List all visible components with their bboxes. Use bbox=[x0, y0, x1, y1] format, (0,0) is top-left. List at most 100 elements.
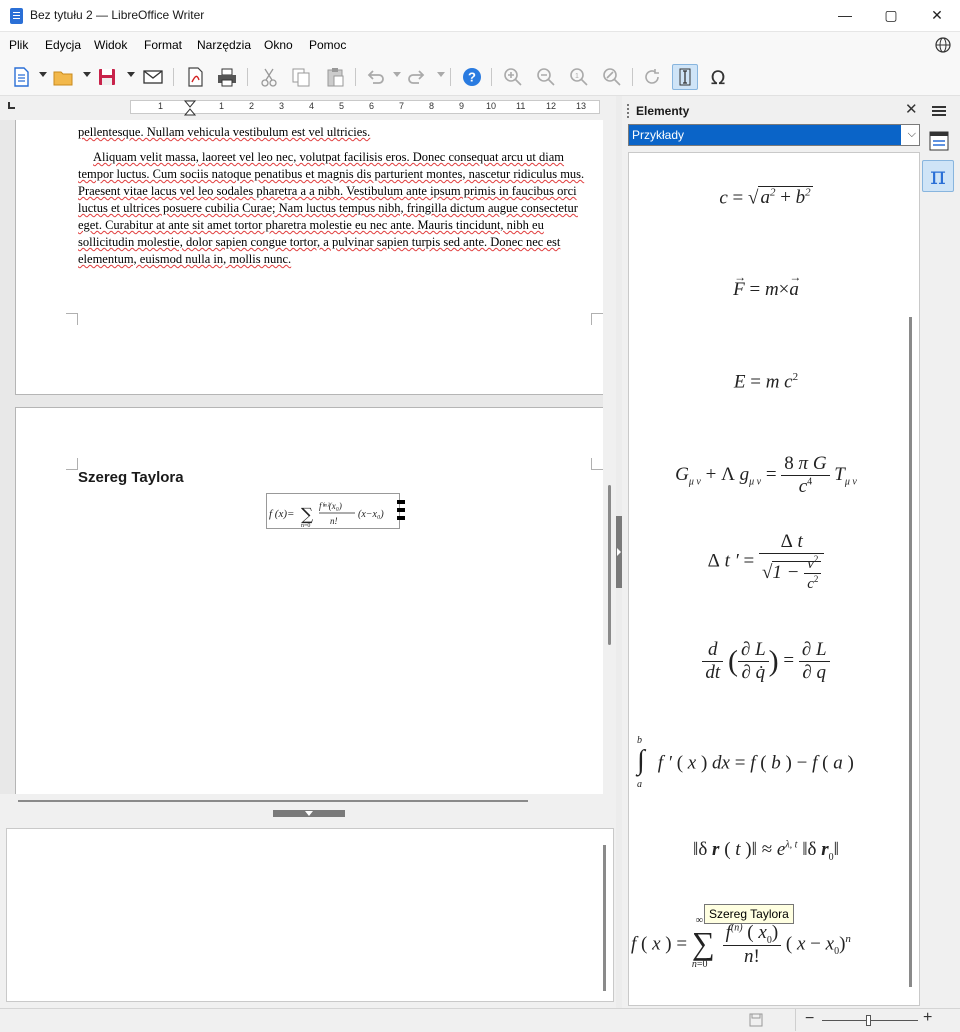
sidebar-menu-icon[interactable] bbox=[932, 106, 946, 108]
ruler-number: 10 bbox=[486, 101, 497, 111]
elements-category-select[interactable]: Przykłady ⌵ bbox=[628, 124, 920, 146]
menu-plik[interactable]: Plik bbox=[9, 38, 28, 52]
formula-cursor-icon[interactable] bbox=[672, 64, 698, 90]
paragraph-2[interactable]: Aliquam velit massa, laoreet vel leo nec… bbox=[78, 149, 590, 268]
page-2[interactable]: Szereg Taylora f (x)= ∑ n=0 f⁽ⁿ⁾(x₀) n! … bbox=[15, 407, 615, 794]
element-time-dilation[interactable]: Δ t ′ = Δ t √1 − v2 c2 bbox=[629, 531, 903, 593]
open-dropdown-arrow[interactable] bbox=[83, 72, 91, 77]
element-lyapunov[interactable]: ‖δ r ( t )‖ ≈ eλ, t ‖δ r0‖ bbox=[629, 839, 903, 863]
symbols-omega-icon[interactable]: Ω bbox=[705, 64, 731, 90]
sidebar-deck: π bbox=[920, 96, 960, 1008]
paste-icon[interactable] bbox=[322, 64, 348, 90]
email-icon[interactable] bbox=[140, 64, 166, 90]
element-einstein-field[interactable]: Gμ ν + Λ gμ ν = 8 π Gc4 Tμ ν bbox=[629, 453, 903, 498]
libreoffice-writer-window: Bez tytułu 2 — LibreOffice Writer — ▢ ✕ … bbox=[0, 0, 960, 1032]
ruler-number: 4 bbox=[309, 101, 315, 111]
status-separator bbox=[795, 1009, 796, 1031]
minimize-button[interactable]: — bbox=[822, 0, 868, 32]
element-taylor-series[interactable]: f ( x ) = ∞ ∑ n=0 f(n) ( x0) n! ( x − x0)n bbox=[631, 915, 905, 973]
redo-icon[interactable] bbox=[404, 64, 430, 90]
open-folder-icon[interactable] bbox=[50, 64, 76, 90]
svg-text:(x−x₀): (x−x₀) bbox=[358, 509, 384, 520]
menu-narzedzia[interactable]: Narzędzia bbox=[197, 38, 251, 52]
heading-taylor[interactable]: Szereg Taylora bbox=[78, 469, 184, 486]
scrollbar-thumb[interactable] bbox=[603, 845, 606, 991]
ruler-number: 5 bbox=[339, 101, 345, 111]
resize-handle[interactable] bbox=[397, 500, 405, 504]
redo-dropdown-arrow[interactable] bbox=[437, 72, 445, 77]
menu-widok[interactable]: Widok bbox=[94, 38, 127, 52]
indent-marker-icon[interactable] bbox=[184, 100, 196, 116]
element-mass-energy[interactable]: E = m c2 bbox=[629, 371, 903, 393]
save-dropdown-arrow[interactable] bbox=[127, 72, 135, 77]
zoom-in-icon[interactable] bbox=[500, 64, 526, 90]
paragraph-1-tail[interactable]: pellentesque. Nullam vehicula vestibulum… bbox=[78, 124, 590, 141]
formula-command-panel bbox=[0, 822, 616, 1008]
ruler-number: 7 bbox=[399, 101, 405, 111]
resize-handle[interactable] bbox=[397, 516, 405, 520]
print-icon[interactable] bbox=[214, 64, 240, 90]
ruler-number: 6 bbox=[369, 101, 375, 111]
svg-text:∑: ∑ bbox=[301, 505, 313, 525]
menu-okno[interactable]: Okno bbox=[264, 38, 293, 52]
standard-toolbar: ? 1 Ω bbox=[0, 58, 960, 96]
globe-icon[interactable] bbox=[934, 36, 952, 54]
ruler-number: 13 bbox=[576, 101, 587, 111]
close-button[interactable]: ✕ bbox=[914, 0, 960, 32]
paragraph-1-text: pellentesque. Nullam vehicula vestibulum… bbox=[78, 125, 371, 139]
new-document-icon[interactable] bbox=[8, 64, 34, 90]
zoom-in-button[interactable]: + bbox=[923, 1009, 932, 1027]
svg-text:?: ? bbox=[468, 70, 476, 85]
zoom-100-icon[interactable]: 1 bbox=[566, 64, 592, 90]
svg-text:f (x)=: f (x)= bbox=[269, 508, 294, 520]
scrollbar-thumb[interactable] bbox=[608, 485, 611, 645]
tab-stop-selector[interactable] bbox=[8, 102, 15, 109]
resize-handle[interactable] bbox=[397, 508, 405, 512]
menu-pomoc[interactable]: Pomoc bbox=[309, 38, 346, 52]
page-1[interactable]: pellentesque. Nullam vehicula vestibulum… bbox=[15, 120, 615, 395]
element-fundamental-theorem[interactable]: b ∫ a f ′ ( x ) dx = f ( b ) − f ( a ) bbox=[637, 735, 911, 791]
maximize-button[interactable]: ▢ bbox=[868, 0, 914, 32]
element-pythagoras[interactable]: c = √ a2 + b2 bbox=[629, 186, 903, 209]
menu-format[interactable]: Format bbox=[144, 38, 182, 52]
ruler-number: 3 bbox=[279, 101, 285, 111]
zoom-out-icon[interactable] bbox=[533, 64, 559, 90]
scrollbar-thumb[interactable] bbox=[909, 317, 912, 987]
zoom-out-button[interactable]: − bbox=[805, 1010, 814, 1028]
svg-text:n!: n! bbox=[330, 516, 338, 526]
copy-icon[interactable] bbox=[288, 64, 314, 90]
grip-icon[interactable] bbox=[627, 104, 629, 118]
save-icon[interactable] bbox=[94, 64, 120, 90]
undo-dropdown-arrow[interactable] bbox=[393, 72, 401, 77]
element-newton-force[interactable]: F → = m×a → bbox=[629, 270, 903, 301]
toolbar-separator bbox=[247, 68, 248, 86]
undo-icon[interactable] bbox=[362, 64, 388, 90]
status-bar: − + bbox=[0, 1008, 960, 1032]
help-icon[interactable]: ? bbox=[459, 64, 485, 90]
document-horizontal-scrollbar[interactable] bbox=[0, 794, 616, 810]
document-canvas[interactable]: pellentesque. Nullam vehicula vestibulum… bbox=[0, 120, 616, 794]
formula-object[interactable]: f (x)= ∑ n=0 f⁽ⁿ⁾(x₀) n! (x−x₀) bbox=[266, 493, 405, 529]
menu-bar: Plik Edycja Widok Format Narzędzia Okno … bbox=[0, 32, 960, 58]
ruler-number: 9 bbox=[459, 101, 465, 111]
properties-icon[interactable] bbox=[928, 130, 950, 152]
chevron-down-icon[interactable]: ⌵ bbox=[908, 128, 916, 141]
cut-icon[interactable] bbox=[256, 64, 282, 90]
new-dropdown-arrow[interactable] bbox=[39, 72, 47, 77]
zoom-page-icon[interactable] bbox=[599, 64, 625, 90]
sidebar-close-icon[interactable]: ✕ bbox=[905, 100, 918, 118]
text-boundary-corner bbox=[66, 313, 78, 325]
document-vertical-scrollbar[interactable] bbox=[603, 120, 616, 794]
update-icon[interactable] bbox=[639, 64, 665, 90]
elements-pi-icon[interactable]: π bbox=[922, 160, 954, 192]
horizontal-ruler[interactable]: 1 1 2 3 4 5 6 7 8 9 10 11 12 13 bbox=[0, 96, 616, 120]
document-modified-icon[interactable] bbox=[748, 1012, 764, 1028]
zoom-slider-thumb[interactable] bbox=[866, 1015, 871, 1026]
element-euler-lagrange[interactable]: d dt (∂ L ∂ q̇) = ∂ L ∂ q bbox=[629, 639, 903, 684]
menu-edycja[interactable]: Edycja bbox=[45, 38, 81, 52]
toolbar-separator bbox=[355, 68, 356, 86]
elements-list[interactable]: c = √ a2 + b2 F → = m×a → E = m c2 Gμ ν + Λ… bbox=[628, 152, 920, 1006]
formula-command-editor[interactable] bbox=[6, 828, 614, 1002]
export-pdf-icon[interactable] bbox=[182, 64, 208, 90]
scrollbar-thumb[interactable] bbox=[18, 800, 528, 802]
